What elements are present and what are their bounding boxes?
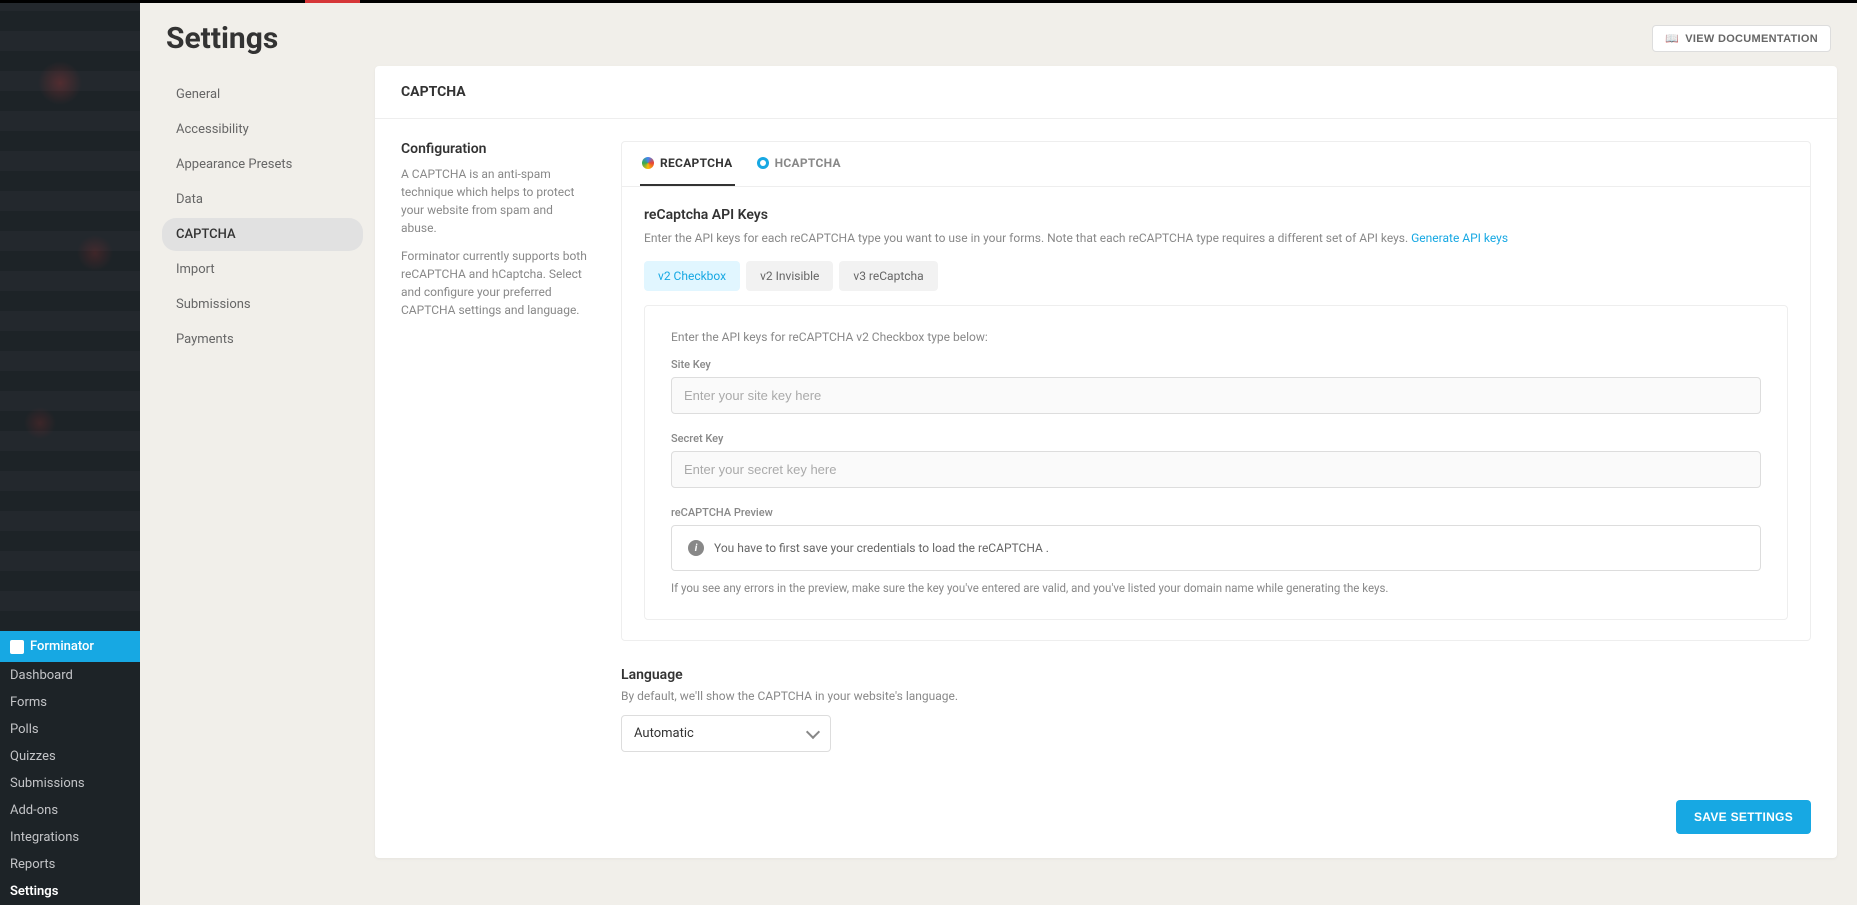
settings-nav-data[interactable]: Data bbox=[162, 183, 363, 216]
settings-nav: General Accessibility Appearance Presets… bbox=[150, 66, 375, 370]
api-keys-hint: Enter the API keys for reCAPTCHA v2 Chec… bbox=[671, 330, 1761, 344]
configuration-desc-1: A CAPTCHA is an anti-spam technique whic… bbox=[401, 165, 591, 237]
recaptcha-api-desc: Enter the API keys for each reCAPTCHA ty… bbox=[644, 229, 1788, 247]
forminator-submenu: Forminator Dashboard Forms Polls Quizzes… bbox=[0, 631, 140, 905]
recaptcha-icon bbox=[642, 157, 654, 169]
recaptcha-preview-msg: You have to first save your credentials … bbox=[714, 541, 1049, 555]
submenu-dashboard[interactable]: Dashboard bbox=[0, 662, 140, 689]
tab-v3-recaptcha[interactable]: v3 reCaptcha bbox=[839, 261, 937, 291]
secret-key-label: Secret Key bbox=[671, 432, 1761, 445]
tab-v2-invisible[interactable]: v2 Invisible bbox=[746, 261, 833, 291]
panel-footer: SAVE SETTINGS bbox=[375, 790, 1837, 834]
book-icon: 📖 bbox=[1665, 32, 1679, 45]
submenu-settings[interactable]: Settings bbox=[0, 878, 140, 905]
wp-admin-sidebar: Forminator Dashboard Forms Polls Quizzes… bbox=[0, 3, 140, 905]
tab-v2-checkbox[interactable]: v2 Checkbox bbox=[644, 261, 740, 291]
recaptcha-preview-box: i You have to first save your credential… bbox=[671, 525, 1761, 571]
recaptcha-preview-note: If you see any errors in the preview, ma… bbox=[671, 581, 1761, 595]
captcha-provider-tabs: RECAPTCHA HCAPTCHA bbox=[622, 142, 1810, 187]
submenu-addons[interactable]: Add-ons bbox=[0, 797, 140, 824]
recaptcha-section: reCaptcha API Keys Enter the API keys fo… bbox=[622, 187, 1810, 640]
settings-nav-import[interactable]: Import bbox=[162, 253, 363, 286]
settings-nav-appearance[interactable]: Appearance Presets bbox=[162, 148, 363, 181]
configuration-desc-2: Forminator currently supports both reCAP… bbox=[401, 247, 591, 319]
configuration-title: Configuration bbox=[401, 141, 591, 157]
view-documentation-button[interactable]: 📖 VIEW DOCUMENTATION bbox=[1652, 25, 1831, 52]
language-desc: By default, we'll show the CAPTCHA in yo… bbox=[621, 689, 1811, 703]
language-title: Language bbox=[621, 667, 1811, 683]
language-select-value: Automatic bbox=[634, 726, 694, 741]
site-key-input[interactable] bbox=[671, 377, 1761, 414]
page: Settings 📖 VIEW DOCUMENTATION General Ac… bbox=[140, 3, 1857, 905]
generate-api-keys-link[interactable]: Generate API keys bbox=[1411, 231, 1508, 245]
wp-sidebar-upper-blurred bbox=[0, 3, 140, 631]
site-key-label: Site Key bbox=[671, 358, 1761, 371]
chevron-down-icon bbox=[806, 724, 820, 738]
api-keys-box: Enter the API keys for reCAPTCHA v2 Chec… bbox=[644, 305, 1788, 620]
captcha-config-box: RECAPTCHA HCAPTCHA reCaptcha API Keys En… bbox=[621, 141, 1811, 641]
settings-nav-submissions[interactable]: Submissions bbox=[162, 288, 363, 321]
recaptcha-api-title: reCaptcha API Keys bbox=[644, 207, 1788, 223]
submenu-reports[interactable]: Reports bbox=[0, 851, 140, 878]
tab-recaptcha[interactable]: RECAPTCHA bbox=[640, 142, 735, 186]
view-documentation-label: VIEW DOCUMENTATION bbox=[1685, 33, 1818, 45]
submenu-submissions[interactable]: Submissions bbox=[0, 770, 140, 797]
tab-hcaptcha[interactable]: HCAPTCHA bbox=[755, 142, 843, 186]
settings-nav-accessibility[interactable]: Accessibility bbox=[162, 113, 363, 146]
settings-nav-payments[interactable]: Payments bbox=[162, 323, 363, 356]
forminator-menu-head[interactable]: Forminator bbox=[0, 631, 140, 662]
submenu-forms[interactable]: Forms bbox=[0, 689, 140, 716]
language-select[interactable]: Automatic bbox=[621, 715, 831, 752]
language-section: Language By default, we'll show the CAPT… bbox=[375, 649, 1837, 760]
secret-key-input[interactable] bbox=[671, 451, 1761, 488]
recaptcha-preview-label: reCAPTCHA Preview bbox=[671, 506, 1761, 519]
page-header: Settings 📖 VIEW DOCUMENTATION bbox=[140, 3, 1857, 66]
configuration-aside: Configuration A CAPTCHA is an anti-spam … bbox=[401, 141, 591, 641]
submenu-quizzes[interactable]: Quizzes bbox=[0, 743, 140, 770]
info-icon: i bbox=[688, 540, 704, 556]
hcaptcha-icon bbox=[757, 157, 769, 169]
settings-panel: CAPTCHA Configuration A CAPTCHA is an an… bbox=[375, 66, 1837, 858]
tab-recaptcha-label: RECAPTCHA bbox=[660, 156, 733, 170]
recaptcha-version-tabs: v2 Checkbox v2 Invisible v3 reCaptcha bbox=[644, 261, 1788, 291]
forminator-icon bbox=[10, 640, 24, 654]
submenu-integrations[interactable]: Integrations bbox=[0, 824, 140, 851]
panel-title: CAPTCHA bbox=[375, 66, 1837, 119]
tab-hcaptcha-label: HCAPTCHA bbox=[775, 156, 841, 170]
submenu-polls[interactable]: Polls bbox=[0, 716, 140, 743]
save-settings-button[interactable]: SAVE SETTINGS bbox=[1676, 800, 1811, 834]
page-title: Settings bbox=[166, 21, 278, 56]
settings-nav-captcha[interactable]: CAPTCHA bbox=[162, 218, 363, 251]
forminator-menu-label: Forminator bbox=[30, 639, 94, 654]
settings-nav-general[interactable]: General bbox=[162, 78, 363, 111]
